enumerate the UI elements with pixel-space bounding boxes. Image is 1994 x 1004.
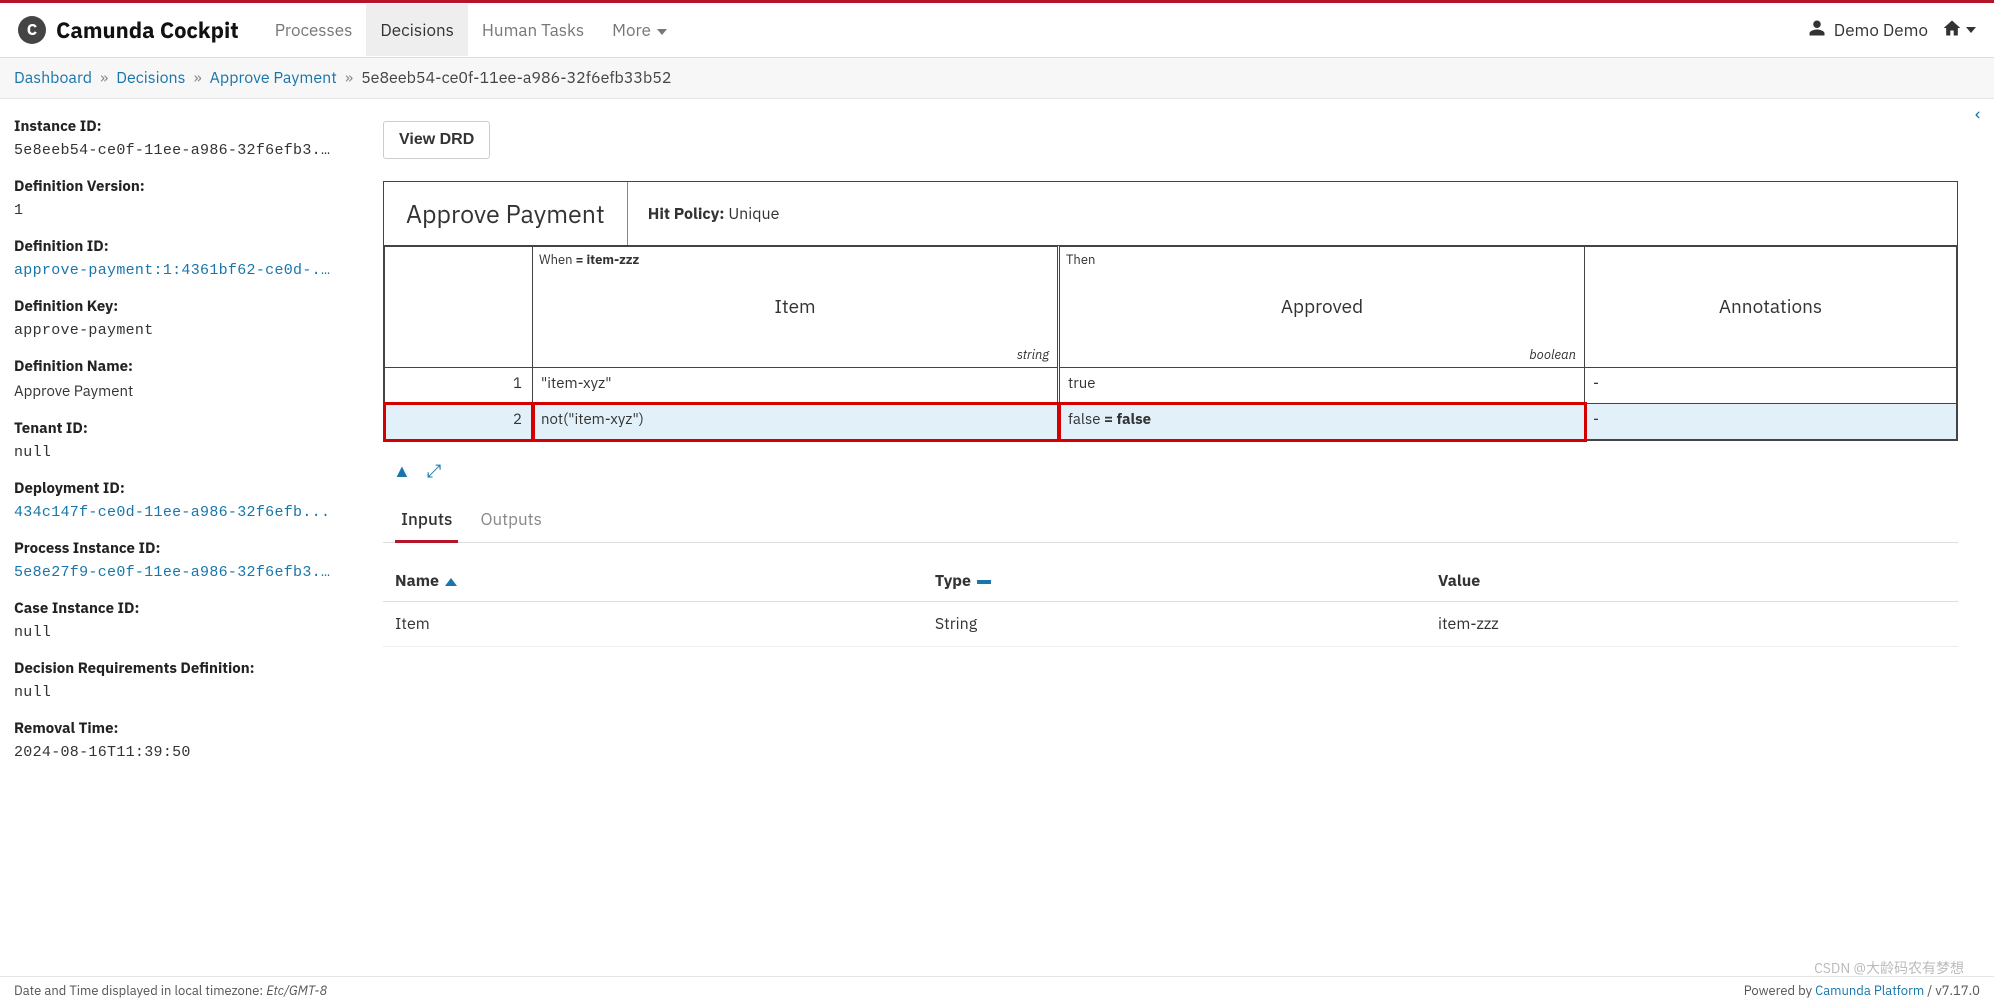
val-deploy-id[interactable]: 434c147f-ce0d-11ee-a986-32f6efb... bbox=[14, 504, 332, 521]
nav-more[interactable]: More bbox=[598, 4, 681, 56]
breadcrumb: Dashboard» Decisions» Approve Payment» 5… bbox=[0, 58, 1994, 99]
footer: Date and Time displayed in local timezon… bbox=[0, 976, 1994, 1004]
crumb-decisions[interactable]: Decisions bbox=[116, 68, 185, 88]
lbl-case-inst: Case Instance ID: bbox=[14, 599, 332, 618]
brand-text: Camunda Cockpit bbox=[56, 16, 239, 45]
lbl-instance-id: Instance ID: bbox=[14, 117, 332, 136]
nav-human-tasks[interactable]: Human Tasks bbox=[468, 4, 598, 56]
tabs: Inputs Outputs bbox=[383, 498, 1958, 543]
val-def-version: 1 bbox=[14, 202, 332, 219]
crumb-approve-payment[interactable]: Approve Payment bbox=[210, 68, 337, 88]
home-icon bbox=[1942, 18, 1962, 42]
footer-powered: Powered by Camunda Platform / v7.17.0 bbox=[1744, 982, 1980, 999]
val-def-key: approve-payment bbox=[14, 322, 332, 339]
val-case-inst: null bbox=[14, 624, 332, 641]
decision-table: Approve Payment Hit Policy: Unique When … bbox=[383, 181, 1958, 441]
nav-processes[interactable]: Processes bbox=[261, 4, 367, 56]
lbl-def-version: Definition Version: bbox=[14, 177, 332, 196]
val-tenant-id: null bbox=[14, 444, 332, 461]
col-type[interactable]: Type bbox=[923, 561, 1426, 602]
dmn-row: 1 "item-xyz" true - bbox=[385, 368, 1957, 404]
crumb-dashboard[interactable]: Dashboard bbox=[14, 68, 92, 88]
sort-none-icon bbox=[977, 580, 991, 584]
val-def-name: Approve Payment bbox=[14, 382, 332, 401]
lbl-tenant-id: Tenant ID: bbox=[14, 419, 332, 438]
navbar: C Camunda Cockpit Processes Decisions Hu… bbox=[0, 3, 1994, 58]
home-menu[interactable] bbox=[1942, 18, 1976, 42]
footer-link[interactable]: Camunda Platform bbox=[1815, 982, 1924, 999]
panel-tools: ▲ ⤢ bbox=[383, 459, 1958, 482]
chevron-down-icon bbox=[1966, 27, 1976, 33]
dmn-row-matched: 2 not("item-xyz") false = false - bbox=[385, 404, 1957, 440]
lbl-proc-inst: Process Instance ID: bbox=[14, 539, 332, 558]
dmn-hit-policy: Hit Policy: Unique bbox=[628, 189, 800, 239]
dmn-corner bbox=[385, 247, 533, 368]
val-removal: 2024-08-16T11:39:50 bbox=[14, 744, 332, 761]
lbl-removal: Removal Time: bbox=[14, 719, 332, 738]
chevron-down-icon bbox=[657, 29, 667, 35]
dmn-input-header: When = item-zzz Item string bbox=[533, 247, 1059, 368]
inputs-table: Name Type Value Item String item-zzz bbox=[383, 561, 1958, 647]
brand[interactable]: C Camunda Cockpit bbox=[18, 16, 239, 45]
col-value[interactable]: Value bbox=[1426, 561, 1958, 602]
sort-asc-icon bbox=[445, 578, 457, 586]
val-proc-inst[interactable]: 5e8e27f9-ce0f-11ee-a986-32f6efb3... bbox=[14, 564, 332, 581]
collapse-sidebar-icon[interactable]: ‹ bbox=[1975, 102, 1994, 122]
nav-decisions[interactable]: Decisions bbox=[366, 4, 468, 56]
collapse-panel-icon[interactable]: ▲ bbox=[393, 459, 411, 482]
user-name: Demo Demo bbox=[1834, 19, 1928, 41]
sidebar: Instance ID: 5e8eeb54-ce0f-11ee-a986-32f… bbox=[0, 99, 347, 981]
crumb-current: 5e8eeb54-ce0f-11ee-a986-32f6efb33b52 bbox=[361, 68, 671, 88]
dmn-output-header: Then Approved boolean bbox=[1059, 247, 1585, 368]
table-row: Item String item-zzz bbox=[383, 602, 1958, 647]
user-menu[interactable]: Demo Demo bbox=[1808, 19, 1928, 42]
dmn-annotations-header: Annotations bbox=[1585, 247, 1957, 368]
col-name[interactable]: Name bbox=[383, 561, 923, 602]
lbl-drd: Decision Requirements Definition: bbox=[14, 659, 332, 678]
tab-outputs[interactable]: Outputs bbox=[480, 498, 541, 542]
val-instance-id: 5e8eeb54-ce0f-11ee-a986-32f6efb3... bbox=[14, 142, 332, 159]
expand-panel-icon[interactable]: ⤢ bbox=[427, 459, 441, 482]
lbl-def-id: Definition ID: bbox=[14, 237, 332, 256]
val-drd: null bbox=[14, 684, 332, 701]
view-drd-button[interactable]: View DRD bbox=[383, 121, 490, 159]
tab-inputs[interactable]: Inputs bbox=[401, 498, 452, 542]
footer-tz: Date and Time displayed in local timezon… bbox=[14, 982, 327, 999]
lbl-def-name: Definition Name: bbox=[14, 357, 332, 376]
val-def-id[interactable]: approve-payment:1:4361bf62-ce0d-... bbox=[14, 262, 332, 279]
brand-icon: C bbox=[18, 16, 46, 44]
dmn-title: Approve Payment bbox=[384, 182, 628, 245]
user-icon bbox=[1808, 19, 1826, 42]
lbl-def-key: Definition Key: bbox=[14, 297, 332, 316]
content: View DRD Approve Payment Hit Policy: Uni… bbox=[347, 99, 1994, 981]
lbl-deploy-id: Deployment ID: bbox=[14, 479, 332, 498]
